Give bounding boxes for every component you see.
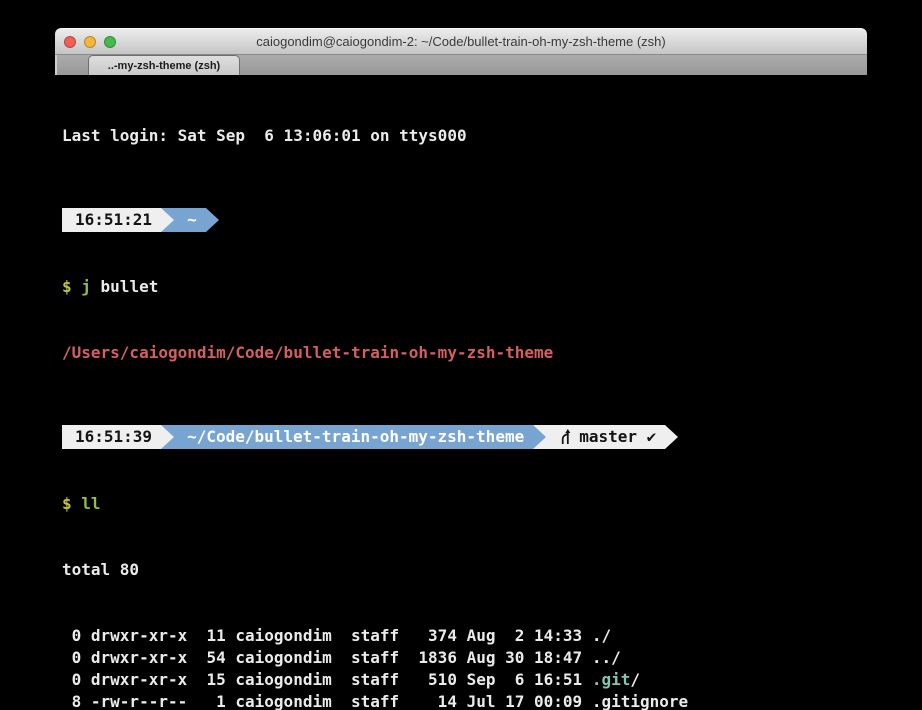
prompt-path-segment: ~ (174, 208, 206, 232)
directory-listing: 0 drwxr-xr-x 11 caiogondim staff 374 Aug… (62, 625, 867, 710)
prompt-bar: 16:51:39 ~/Code/bullet-train-oh-my-zsh-th… (62, 425, 867, 449)
prompt-bar: 16:51:21 ~ (62, 208, 867, 232)
listing-row: 0 drwxr-xr-x 11 caiogondim staff 374 Aug… (62, 625, 867, 647)
prompt-time-segment: 16:51:39 (62, 425, 161, 449)
zoom-button[interactable] (104, 36, 116, 48)
window-title: caiogondim@caiogondim-2: ~/Code/bullet-t… (55, 34, 867, 49)
traffic-lights (64, 29, 116, 54)
git-clean-check-icon: ✔ (647, 426, 657, 448)
listing-file-name: .gitignore (592, 692, 688, 710)
powerline-arrow-icon (665, 425, 678, 449)
tab-label: ..-my-zsh-theme (zsh) (108, 60, 220, 72)
desktop-background: caiogondim@caiogondim-2: ~/Code/bullet-t… (0, 0, 922, 710)
tab-bar: ..-my-zsh-theme (zsh) (55, 55, 867, 77)
powerline-arrow-icon (206, 208, 219, 232)
command-token: j (72, 277, 91, 296)
close-button[interactable] (64, 36, 76, 48)
command-token: ll (72, 494, 101, 513)
listing-row: 0 drwxr-xr-x 54 caiogondim staff 1836 Au… (62, 647, 867, 669)
terminal-window: caiogondim@caiogondim-2: ~/Code/bullet-t… (55, 28, 867, 710)
prompt-symbol: $ (62, 277, 72, 296)
tab-active[interactable]: ..-my-zsh-theme (zsh) (88, 55, 240, 75)
prompt-symbol: $ (62, 494, 72, 513)
powerline-arrow-icon (161, 425, 174, 449)
listing-dir-slash: / (630, 670, 640, 689)
command-output-total: total 80 (62, 559, 867, 581)
command-output-jump-path: /Users/caiogondim/Code/bullet-train-oh-m… (62, 342, 867, 364)
listing-row-meta: 0 drwxr-xr-x 15 caiogondim staff 510 Sep… (62, 670, 592, 689)
prompt-time-segment: 16:51:21 (62, 208, 161, 232)
listing-row: 0 drwxr-xr-x 15 caiogondim staff 510 Sep… (62, 669, 867, 691)
prompt-path-segment: ~/Code/bullet-train-oh-my-zsh-theme (174, 425, 533, 449)
terminal-content[interactable]: Last login: Sat Sep 6 13:06:01 on ttys00… (55, 77, 867, 710)
listing-file-name: ./ (592, 626, 611, 645)
command-line: $ ll (62, 493, 867, 515)
git-branch-icon (559, 428, 572, 447)
listing-row-meta: 8 -rw-r--r-- 1 caiogondim staff 14 Jul 1… (62, 692, 592, 710)
git-branch-name: master (579, 426, 646, 448)
powerline-arrow-icon (533, 425, 546, 449)
listing-file-name: ../ (592, 648, 621, 667)
listing-row-meta: 0 drwxr-xr-x 54 caiogondim staff 1836 Au… (62, 648, 592, 667)
listing-file-name: .git (592, 670, 631, 689)
command-line: $ j bullet (62, 276, 867, 298)
minimize-button[interactable] (84, 36, 96, 48)
powerline-arrow-icon (161, 208, 174, 232)
prompt-git-segment: master ✔ (546, 425, 665, 449)
listing-row-meta: 0 drwxr-xr-x 11 caiogondim staff 374 Aug… (62, 626, 592, 645)
listing-row: 8 -rw-r--r-- 1 caiogondim staff 14 Jul 1… (62, 691, 867, 710)
last-login-line: Last login: Sat Sep 6 13:06:01 on ttys00… (62, 125, 867, 147)
command-token: bullet (91, 277, 158, 296)
titlebar[interactable]: caiogondim@caiogondim-2: ~/Code/bullet-t… (55, 28, 867, 55)
